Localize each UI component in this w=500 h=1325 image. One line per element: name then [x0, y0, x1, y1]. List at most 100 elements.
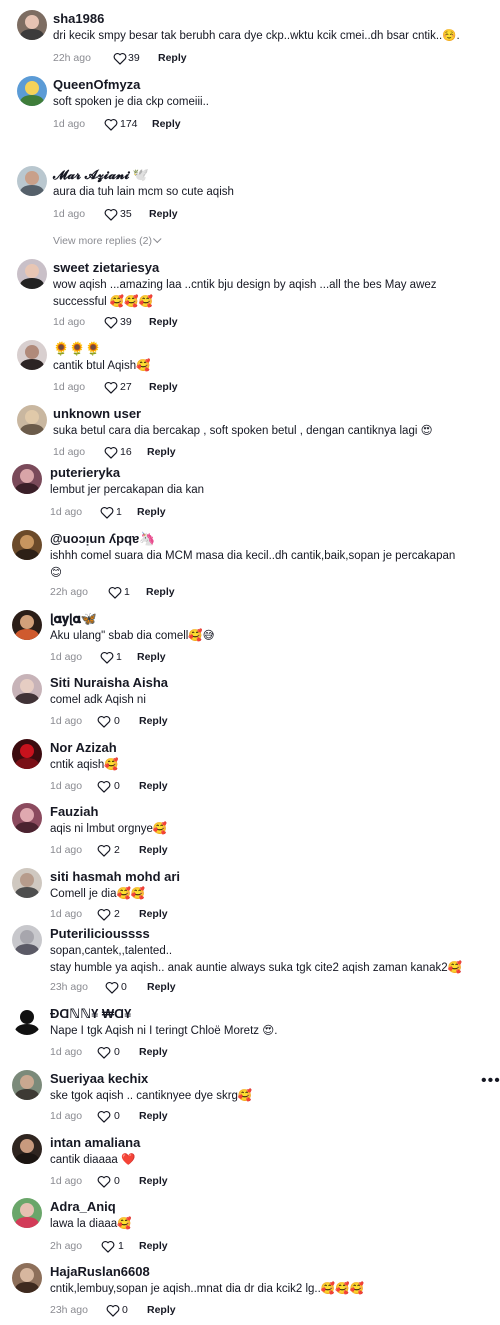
view-more-replies-button[interactable]: View more replies (2)	[53, 234, 162, 248]
reply-button[interactable]: Reply	[147, 444, 176, 460]
heart-icon[interactable]	[97, 715, 111, 728]
avatar[interactable]	[12, 1070, 42, 1100]
heart-icon[interactable]	[97, 844, 111, 857]
avatar[interactable]	[17, 76, 47, 106]
reply-button[interactable]: Reply	[147, 979, 176, 995]
avatar[interactable]	[17, 259, 47, 289]
like-count: 1	[116, 506, 122, 518]
comment-username[interactable]: puterieryka	[50, 465, 120, 481]
comment-username[interactable]: 𝓜𝓪𝓻 𝓐𝔃𝓲𝓪𝓷𝓲 🕊️	[53, 167, 149, 183]
heart-icon[interactable]	[104, 208, 118, 221]
comment-timestamp: 1d ago	[50, 844, 83, 856]
reply-button[interactable]: Reply	[152, 116, 181, 132]
heart-icon[interactable]	[101, 1240, 115, 1253]
comment-timestamp: 1d ago	[50, 1046, 83, 1058]
heart-icon[interactable]	[100, 506, 114, 519]
heart-icon[interactable]	[108, 586, 122, 599]
heart-icon[interactable]	[97, 1046, 111, 1059]
heart-icon[interactable]	[104, 446, 118, 459]
comment-meta: 22h ago 1 Reply	[50, 584, 250, 600]
comment-text: lembut jer percakapan dia kan	[50, 484, 205, 496]
comment-username[interactable]: siti hasmah mohd ari	[50, 869, 180, 885]
comment-meta: 1d ago 2 Reply	[50, 842, 250, 858]
heart-icon[interactable]	[106, 1304, 120, 1317]
comment-meta: 1d ago 0 Reply	[50, 778, 250, 794]
reply-button[interactable]: Reply	[139, 1108, 168, 1124]
reply-button[interactable]: Reply	[139, 1044, 168, 1060]
avatar[interactable]	[12, 1198, 42, 1228]
avatar[interactable]	[12, 925, 42, 955]
comment-username[interactable]: Siti Nuraisha Aisha	[50, 675, 168, 691]
heart-icon[interactable]	[100, 651, 114, 664]
comment-username[interactable]: intan amaliana	[50, 1135, 140, 1151]
avatar[interactable]	[12, 674, 42, 704]
avatar[interactable]	[17, 405, 47, 435]
more-options-icon[interactable]: •••	[481, 1073, 500, 1089]
avatar[interactable]	[12, 1005, 42, 1035]
comment-text: aura dia tuh lain mcm so cute aqish	[53, 186, 234, 198]
reply-button[interactable]: Reply	[139, 778, 168, 794]
comment-username[interactable]: ɭ𝛂𝐲ɭ𝛂🦋	[50, 611, 97, 627]
comment-text: sopan,cantek,,talented.. stay humble ya …	[50, 945, 462, 974]
comment-meta: 1d ago 1 Reply	[50, 504, 250, 520]
avatar[interactable]	[17, 166, 47, 196]
reply-button[interactable]: Reply	[139, 842, 168, 858]
avatar[interactable]	[12, 530, 42, 560]
like-count: 39	[120, 316, 132, 328]
comment-timestamp: 1d ago	[50, 651, 83, 663]
comment-meta: 1d ago 0 Reply	[50, 1044, 250, 1060]
like-count: 2	[114, 908, 120, 920]
comment-timestamp: 22h ago	[53, 52, 91, 64]
reply-button[interactable]: Reply	[146, 584, 175, 600]
reply-button[interactable]: Reply	[149, 379, 178, 395]
heart-icon[interactable]	[97, 1175, 111, 1188]
comment-username[interactable]: sweet zietariesya	[53, 260, 159, 276]
reply-button[interactable]: Reply	[139, 906, 168, 922]
comment-username[interactable]: Nor Azizah	[50, 740, 117, 756]
comment-username[interactable]: ĐⱭℕℕ¥ ₩Ɑ¥	[50, 1006, 131, 1022]
avatar[interactable]	[12, 803, 42, 833]
reply-button[interactable]: Reply	[158, 50, 187, 66]
comment-text: wow aqish ...amazing laa ..cntik bju des…	[53, 279, 437, 308]
reply-button[interactable]: Reply	[137, 649, 166, 665]
heart-icon[interactable]	[97, 780, 111, 793]
comment-meta: 1d ago 174 Reply	[53, 116, 253, 132]
reply-button[interactable]: Reply	[139, 1173, 168, 1189]
heart-icon[interactable]	[97, 908, 111, 921]
avatar[interactable]	[17, 340, 47, 370]
avatar[interactable]	[12, 739, 42, 769]
reply-button[interactable]: Reply	[147, 1302, 176, 1318]
avatar[interactable]	[12, 1134, 42, 1164]
comment-username[interactable]: Sueriyaa kechix	[50, 1071, 148, 1087]
heart-icon[interactable]	[97, 1110, 111, 1123]
reply-button[interactable]: Reply	[139, 1238, 168, 1254]
comment-username[interactable]: 🌻🌻🌻	[53, 341, 102, 357]
comment-username[interactable]: QueenOfmyza	[53, 77, 140, 93]
avatar[interactable]	[12, 868, 42, 898]
comment-username[interactable]: sha1986	[53, 11, 104, 27]
heart-icon[interactable]	[104, 316, 118, 329]
avatar[interactable]	[12, 1263, 42, 1293]
avatar[interactable]	[12, 610, 42, 640]
comment-username[interactable]: unknown user	[53, 406, 141, 422]
like-count: 0	[114, 715, 120, 727]
comment-username[interactable]: @uoɔᴉun ʎpqɐ🦄	[50, 531, 155, 547]
reply-button[interactable]: Reply	[149, 206, 178, 222]
comment-username[interactable]: Adra_Aniq	[50, 1199, 116, 1215]
heart-icon[interactable]	[104, 118, 118, 131]
like-count: 0	[114, 780, 120, 792]
comment-meta: 1d ago 0 Reply	[50, 1108, 250, 1124]
reply-button[interactable]: Reply	[139, 713, 168, 729]
comment-username[interactable]: HajaRuslan6608	[50, 1264, 150, 1280]
reply-button[interactable]: Reply	[137, 504, 166, 520]
avatar[interactable]	[12, 464, 42, 494]
avatar[interactable]	[17, 10, 47, 40]
reply-button[interactable]: Reply	[149, 314, 178, 330]
heart-icon[interactable]	[113, 52, 127, 65]
comment-timestamp: 22h ago	[50, 586, 88, 598]
comment-username[interactable]: Puterilicioussss	[50, 926, 150, 942]
heart-icon[interactable]	[104, 381, 118, 394]
heart-icon[interactable]	[105, 981, 119, 994]
comment-text: cantik btul Aqish🥰	[53, 360, 151, 372]
comment-username[interactable]: Fauziah	[50, 804, 98, 820]
